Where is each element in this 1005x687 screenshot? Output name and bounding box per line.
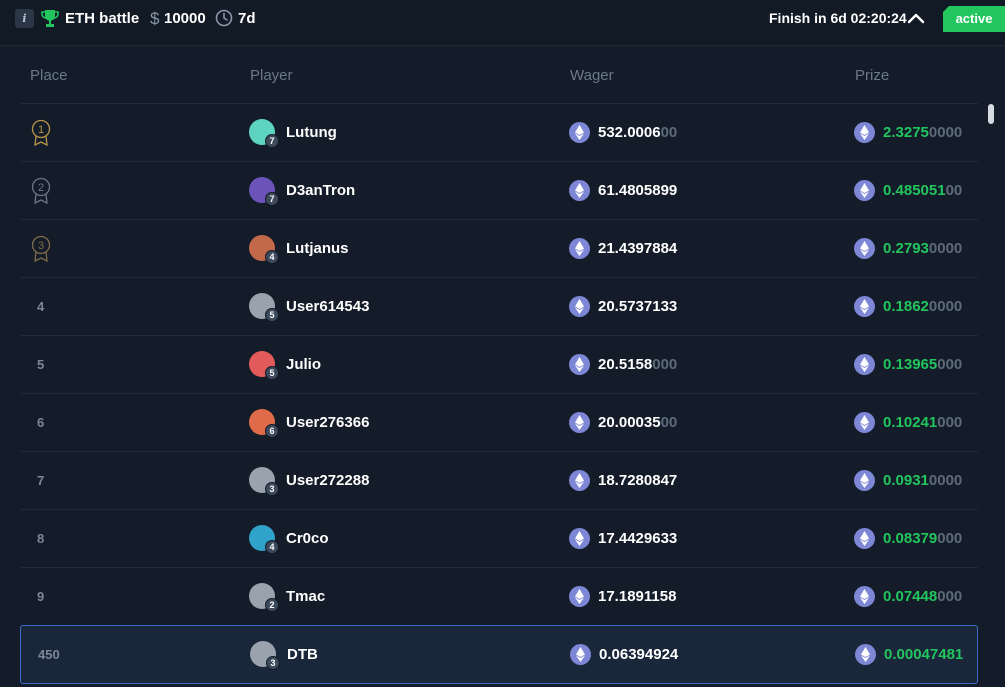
prize-pool-amount: 10000	[164, 10, 206, 27]
finish-countdown: Finish in 6d 02:20:24	[769, 10, 907, 26]
eth-icon	[855, 644, 876, 665]
eth-icon	[569, 412, 590, 433]
wager-value: 532.000600	[598, 124, 678, 141]
table-row: 2 7 D3anTron 61.4805899 0.48505100	[20, 161, 978, 219]
eth-icon	[569, 122, 590, 143]
medal-icon: 2	[31, 177, 51, 205]
wager-value: 20.5737133	[598, 298, 678, 315]
eth-icon	[569, 586, 590, 607]
level-badge: 3	[266, 656, 280, 670]
place-number: 6	[37, 415, 45, 430]
eth-icon	[569, 528, 590, 549]
level-badge: 5	[265, 308, 279, 322]
prize-value: 0.48505100	[883, 182, 963, 199]
wager-value: 17.4429633	[598, 530, 678, 547]
player-name[interactable]: Cr0co	[286, 510, 329, 568]
level-badge: 7	[265, 134, 279, 148]
table-row: 7 3 User272288 18.7280847 0.09310000	[20, 451, 978, 509]
player-name[interactable]: User272288	[286, 452, 369, 510]
level-badge: 5	[265, 366, 279, 380]
clock-icon	[215, 9, 233, 27]
place-number: 7	[37, 473, 45, 488]
eth-icon	[854, 470, 875, 491]
prize-value: 0.18620000	[883, 298, 963, 315]
player-name[interactable]: DTB	[287, 626, 318, 684]
table-row: 6 6 User276366 20.0003500 0.10241000	[20, 393, 978, 451]
place-number: 8	[37, 531, 45, 546]
medal-icon: 1	[31, 119, 51, 147]
dollar-icon: $	[150, 9, 160, 28]
prize-value: 0.00047481	[884, 646, 964, 663]
wager-value: 21.4397884	[598, 240, 678, 257]
status-badge: active	[943, 6, 1005, 32]
column-header-place: Place	[30, 67, 68, 84]
eth-icon	[569, 238, 590, 259]
player-name[interactable]: User276366	[286, 394, 369, 452]
eth-icon	[854, 122, 875, 143]
level-badge: 4	[265, 250, 279, 264]
player-name[interactable]: User614543	[286, 278, 369, 336]
eth-icon	[854, 586, 875, 607]
wager-value: 18.7280847	[598, 472, 678, 489]
wager-value: 20.5158000	[598, 356, 678, 373]
table-row: 8 4 Cr0co 17.4429633 0.08379000	[20, 509, 978, 567]
column-header-wager: Wager	[570, 67, 614, 84]
place-number: 9	[37, 589, 45, 604]
column-header-prize: Prize	[855, 67, 890, 84]
level-badge: 7	[265, 192, 279, 206]
eth-icon	[569, 354, 590, 375]
level-badge: 2	[265, 598, 279, 612]
battle-duration: 7d	[238, 10, 256, 27]
current-user-row: 450 3 DTB 0.06394924 0.00047481	[20, 625, 978, 684]
level-badge: 4	[265, 540, 279, 554]
place-number: 3	[38, 240, 44, 252]
player-name[interactable]: D3anTron	[286, 162, 355, 220]
wager-value: 20.0003500	[598, 414, 678, 431]
eth-icon	[854, 238, 875, 259]
eth-icon	[569, 470, 590, 491]
prize-value: 0.13965000	[883, 356, 963, 373]
prize-value: 0.09310000	[883, 472, 963, 489]
wager-value: 17.1891158	[598, 588, 677, 605]
place-number: 1	[38, 124, 44, 136]
eth-icon	[569, 180, 590, 201]
eth-icon	[854, 528, 875, 549]
place-number: 5	[37, 357, 45, 372]
table-row: 5 5 Julio 20.5158000 0.13965000	[20, 335, 978, 393]
place-number: 4	[37, 299, 45, 314]
player-name[interactable]: Tmac	[286, 568, 325, 626]
place-number: 450	[38, 647, 60, 662]
battle-title: ETH battle	[65, 10, 140, 27]
wager-value: 0.06394924	[599, 646, 679, 663]
eth-icon	[854, 296, 875, 317]
info-icon[interactable]: i	[15, 9, 34, 28]
place-number: 2	[38, 182, 44, 194]
table-row: 1 7 Lutung 532.000600 2.32750000	[20, 103, 978, 161]
eth-icon	[854, 180, 875, 201]
level-badge: 6	[265, 424, 279, 438]
eth-icon	[569, 296, 590, 317]
player-name[interactable]: Julio	[286, 336, 321, 394]
table-row: 3 4 Lutjanus 21.4397884 0.27930000	[20, 219, 978, 277]
eth-icon	[570, 644, 591, 665]
chevron-up-icon[interactable]	[907, 11, 925, 25]
prize-value: 0.27930000	[883, 240, 963, 257]
wager-value: 61.4805899	[598, 182, 678, 199]
eth-icon	[854, 412, 875, 433]
level-badge: 3	[265, 482, 279, 496]
prize-value: 2.32750000	[883, 124, 963, 141]
eth-icon	[854, 354, 875, 375]
player-name[interactable]: Lutjanus	[286, 220, 349, 278]
scrollbar[interactable]	[988, 104, 994, 124]
table-row: 9 2 Tmac 17.1891158 0.07448000	[20, 567, 978, 625]
battle-header: i ETH battle $ 10000 7d Finish in 6d 02:…	[0, 0, 1005, 46]
prize-value: 0.08379000	[883, 530, 963, 547]
table-row: 4 5 User614543 20.5737133 0.18620000	[20, 277, 978, 335]
player-name[interactable]: Lutung	[286, 104, 337, 162]
column-header-player: Player	[250, 67, 293, 84]
prize-value: 0.10241000	[883, 414, 963, 431]
medal-icon: 3	[31, 235, 51, 263]
trophy-icon	[41, 10, 59, 27]
prize-value: 0.07448000	[883, 588, 963, 605]
